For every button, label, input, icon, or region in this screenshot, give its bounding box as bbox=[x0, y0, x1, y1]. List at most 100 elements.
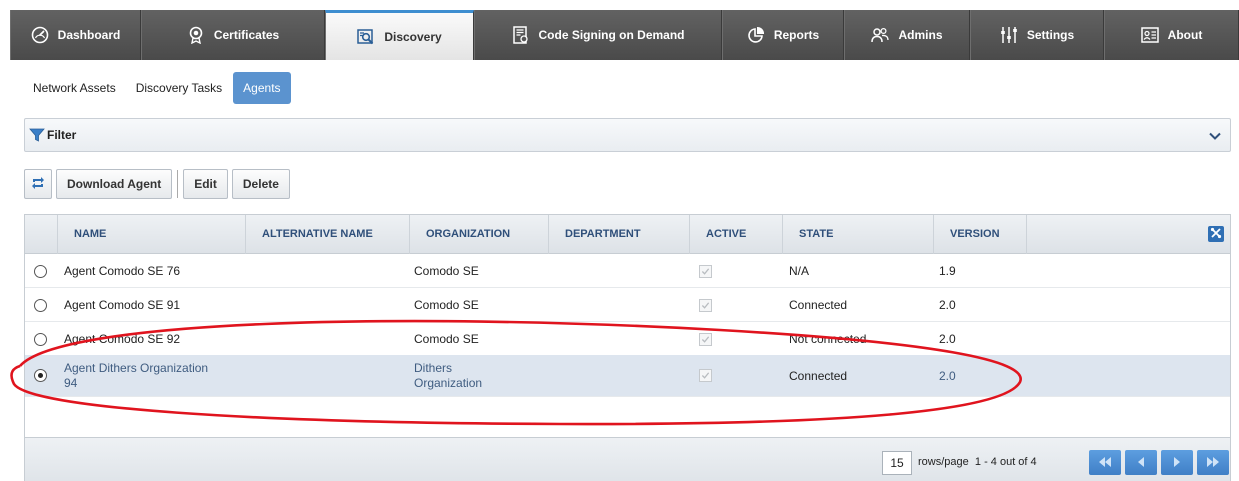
cell-organization-line: Organization bbox=[414, 375, 483, 390]
grid-header: NAME ALTERNATIVE NAME ORGANIZATION DEPAR… bbox=[25, 215, 1230, 254]
nav-tab-about[interactable]: About bbox=[1104, 10, 1239, 60]
cell-name: Agent Comodo SE 92 bbox=[64, 332, 181, 346]
settings-sliders-icon bbox=[1000, 26, 1018, 44]
row-radio[interactable] bbox=[34, 264, 47, 278]
row-select-cell bbox=[25, 255, 58, 287]
cell-version: 2.0 bbox=[939, 298, 956, 312]
header-select-column bbox=[25, 215, 58, 254]
filter-label: Filter bbox=[47, 128, 77, 142]
subtab-agents[interactable]: Agents bbox=[233, 72, 291, 104]
next-page-button[interactable] bbox=[1161, 450, 1193, 475]
rows-per-page-label: rows/page bbox=[918, 456, 969, 468]
first-page-button[interactable] bbox=[1089, 450, 1121, 475]
nav-tab-dashboard[interactable]: Dashboard bbox=[10, 10, 141, 60]
cell-organization: Comodo SE bbox=[414, 332, 479, 346]
table-row[interactable]: Agent Comodo SE 76 Comodo SE N/A 1.9 bbox=[25, 255, 1230, 288]
row-radio[interactable] bbox=[34, 332, 47, 346]
table-row[interactable]: Agent Comodo SE 92 Comodo SE Not connect… bbox=[25, 323, 1230, 356]
dashboard-gauge-icon bbox=[31, 26, 49, 44]
download-agent-button[interactable]: Download Agent bbox=[56, 169, 173, 199]
table-row[interactable]: Agent Comodo SE 91 Comodo SE Connected 2… bbox=[25, 289, 1230, 322]
cell-name: Agent Comodo SE 91 bbox=[64, 298, 181, 312]
nav-tab-discovery[interactable]: Discovery bbox=[325, 10, 474, 60]
nav-tab-label: Settings bbox=[1026, 28, 1075, 42]
previous-page-button[interactable] bbox=[1125, 450, 1157, 475]
header-name[interactable]: NAME bbox=[58, 215, 246, 254]
nav-tab-settings[interactable]: Settings bbox=[970, 10, 1104, 60]
code-signing-icon bbox=[512, 26, 530, 44]
cell-name: Agent Dithers Organization 94 bbox=[64, 355, 208, 396]
admins-users-icon bbox=[871, 26, 890, 44]
header-department[interactable]: DEPARTMENT bbox=[549, 215, 690, 254]
header-alternative-name[interactable]: ALTERNATIVE NAME bbox=[246, 215, 410, 254]
last-page-icon bbox=[1206, 456, 1220, 470]
subtab-discovery-tasks[interactable]: Discovery Tasks bbox=[127, 72, 233, 104]
rows-per-page-input[interactable]: 15 bbox=[882, 451, 912, 475]
header-state[interactable]: STATE bbox=[783, 215, 934, 254]
subtab-network-assets[interactable]: Network Assets bbox=[24, 72, 127, 104]
agents-grid: NAME ALTERNATIVE NAME ORGANIZATION DEPAR… bbox=[24, 214, 1231, 481]
header-organization[interactable]: ORGANIZATION bbox=[410, 215, 549, 254]
agents-toolbar: Download Agent Edit Delete bbox=[24, 168, 290, 200]
nav-tab-label: Code Signing on Demand bbox=[538, 28, 685, 42]
nav-tab-reports[interactable]: Reports bbox=[722, 10, 844, 60]
cell-version: 2.0 bbox=[939, 368, 956, 383]
delete-button[interactable]: Delete bbox=[231, 169, 290, 199]
row-select-cell bbox=[25, 355, 58, 396]
nav-tab-admins[interactable]: Admins bbox=[844, 10, 970, 60]
nav-tab-certificates[interactable]: Certificates bbox=[141, 10, 325, 60]
cell-version: 2.0 bbox=[939, 332, 956, 346]
row-radio[interactable] bbox=[34, 298, 47, 312]
cell-name-line: Agent Dithers Organization bbox=[64, 360, 209, 375]
main-nav-bar: Dashboard Certificates Discovery Code Si… bbox=[10, 10, 1239, 60]
active-checkbox bbox=[699, 369, 712, 382]
certificate-badge-icon bbox=[187, 26, 205, 44]
cell-organization: Dithers Organization bbox=[414, 355, 482, 396]
cell-state: Connected bbox=[789, 298, 848, 312]
nav-tab-label: Dashboard bbox=[57, 28, 121, 42]
wrench-icon bbox=[1210, 227, 1222, 242]
active-checkbox bbox=[699, 332, 712, 346]
cell-active bbox=[699, 323, 712, 355]
toolbar-divider bbox=[177, 170, 179, 198]
chevron-down-icon[interactable] bbox=[1208, 129, 1222, 143]
cell-name-line: 94 bbox=[64, 375, 78, 390]
refresh-icon bbox=[30, 175, 46, 194]
header-active[interactable]: ACTIVE bbox=[690, 215, 783, 254]
nav-tab-label: Discovery bbox=[384, 29, 442, 44]
edit-button[interactable]: Edit bbox=[183, 169, 228, 199]
reports-chart-icon bbox=[747, 26, 765, 44]
row-select-cell bbox=[25, 289, 58, 321]
cell-organization-line: Dithers bbox=[414, 360, 453, 375]
row-select-cell bbox=[25, 323, 58, 355]
discovery-subtabs: Network Assets Discovery Tasks Agents bbox=[24, 72, 291, 104]
nav-tab-label: Admins bbox=[898, 28, 943, 42]
nav-tab-label: Certificates bbox=[213, 28, 280, 42]
previous-page-icon bbox=[1137, 456, 1145, 470]
pager-range: 1 - 4 out of 4 bbox=[974, 456, 1037, 468]
cell-version: 1.9 bbox=[939, 264, 956, 278]
discovery-search-icon bbox=[357, 28, 375, 46]
active-checkbox bbox=[699, 264, 712, 278]
row-radio-selected[interactable] bbox=[34, 369, 47, 382]
nav-tab-label: Reports bbox=[773, 28, 820, 42]
grid-pager: 15 rows/page 1 - 4 out of 4 bbox=[25, 437, 1230, 481]
active-checkbox bbox=[699, 298, 712, 312]
refresh-button[interactable] bbox=[24, 169, 52, 199]
next-page-icon bbox=[1173, 456, 1181, 470]
nav-tab-code-signing[interactable]: Code Signing on Demand bbox=[474, 10, 722, 60]
cell-organization: Comodo SE bbox=[414, 264, 479, 278]
cell-active bbox=[699, 255, 712, 287]
filter-panel-header[interactable]: Filter bbox=[24, 118, 1231, 152]
table-row-selected[interactable]: Agent Dithers Organization 94 Dithers Or… bbox=[25, 355, 1230, 397]
cell-name: Agent Comodo SE 76 bbox=[64, 264, 181, 278]
last-page-button[interactable] bbox=[1197, 450, 1229, 475]
column-settings-button[interactable] bbox=[1208, 226, 1224, 242]
cell-organization: Comodo SE bbox=[414, 298, 479, 312]
nav-tab-label: About bbox=[1167, 28, 1203, 42]
cell-state: Connected bbox=[789, 368, 848, 383]
filter-funnel-icon bbox=[29, 127, 45, 143]
header-version[interactable]: VERSION bbox=[934, 215, 1027, 254]
pager-info: rows/page 1 - 4 out of 4 bbox=[918, 456, 1037, 468]
cell-state: Not connected bbox=[789, 332, 867, 346]
